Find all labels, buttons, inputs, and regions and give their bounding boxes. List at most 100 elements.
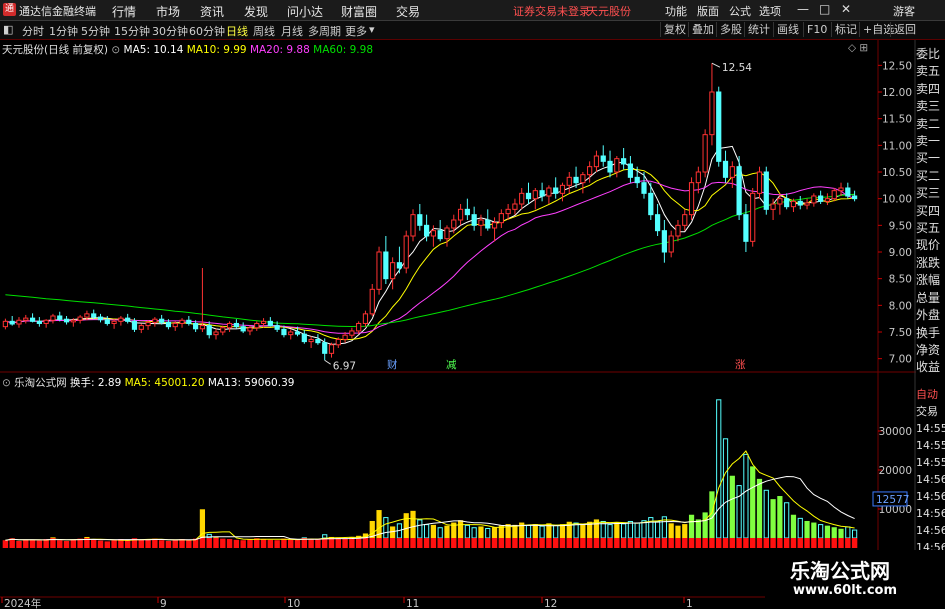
sidebar-item[interactable]: 买三 [916, 185, 945, 202]
volume-bar[interactable] [641, 520, 647, 539]
volume-bar[interactable] [818, 524, 824, 539]
candle-body[interactable] [614, 158, 620, 173]
sidebar-item[interactable]: 卖一 [916, 133, 945, 150]
event-tag[interactable]: 减 [446, 359, 457, 371]
volume-bar[interactable] [423, 524, 430, 539]
candle-body[interactable] [328, 344, 335, 354]
sidebar-item[interactable]: 买二 [916, 168, 945, 185]
volume-bar[interactable] [722, 438, 729, 539]
volume-bar[interactable] [559, 524, 566, 539]
sidebar-item[interactable]: 14:55 [916, 437, 945, 454]
candle-body[interactable] [84, 313, 90, 318]
candle-body[interactable] [152, 318, 158, 323]
legend-settings-icon[interactable]: ⊙ [111, 44, 120, 56]
volume-bar[interactable] [668, 523, 674, 539]
candle-body[interactable] [417, 214, 423, 226]
sidebar-item[interactable]: 涨跌 [916, 255, 945, 272]
sidebar-item[interactable]: 14:56 [916, 488, 945, 505]
sidebar-item[interactable]: 涨幅 [916, 272, 945, 289]
volume-bar[interactable] [743, 453, 749, 539]
candle-body[interactable] [485, 219, 491, 229]
candle-body[interactable] [206, 325, 212, 336]
candle-body[interactable] [254, 322, 260, 329]
candle-body[interactable] [383, 251, 389, 280]
sidebar-item[interactable]: 外盘 [916, 307, 945, 324]
candle-body[interactable] [818, 195, 824, 202]
sidebar-item[interactable]: 14:56 [916, 471, 945, 488]
sidebar-item[interactable]: 14:55 [916, 420, 945, 437]
candle-body[interactable] [159, 318, 165, 323]
candle-body[interactable] [824, 198, 831, 202]
candle-body[interactable] [430, 230, 437, 237]
candle-body[interactable] [301, 333, 307, 343]
candle-body[interactable] [553, 187, 559, 194]
volume-bar[interactable] [688, 514, 695, 539]
candle-body[interactable] [50, 315, 56, 321]
candle-body[interactable] [471, 214, 477, 226]
candle-body[interactable] [512, 203, 518, 210]
sidebar-item[interactable]: 买五 [916, 220, 945, 237]
volume-bar[interactable] [804, 520, 810, 539]
volume-bar[interactable] [716, 399, 722, 539]
volume-bar[interactable] [838, 528, 844, 539]
candle-body[interactable] [104, 319, 110, 324]
candle-body[interactable] [811, 195, 817, 204]
candle-body[interactable] [566, 176, 572, 186]
sidebar-item[interactable]: 净资 [916, 342, 945, 359]
candle-body[interactable] [743, 214, 749, 242]
volume-bar[interactable] [417, 519, 423, 539]
volume-bar[interactable] [539, 525, 545, 539]
volume-bar[interactable] [770, 499, 776, 539]
volume-bar[interactable] [498, 525, 504, 539]
sidebar-item[interactable]: 换手 [916, 325, 945, 342]
candle-body[interactable] [580, 174, 586, 184]
candle-body[interactable] [315, 338, 321, 344]
candle-body[interactable] [70, 319, 76, 323]
volume-bar[interactable] [682, 524, 688, 539]
candle-body[interactable] [736, 166, 742, 216]
sidebar-item[interactable]: 收益 [916, 359, 945, 376]
candle-body[interactable] [281, 328, 287, 336]
candle-body[interactable] [593, 155, 600, 168]
candle-body[interactable] [573, 176, 579, 184]
candle-body[interactable] [784, 198, 790, 208]
candle-body[interactable] [437, 230, 443, 240]
candle-body[interactable] [356, 322, 362, 332]
volume-bar[interactable] [702, 512, 708, 539]
candle-body[interactable] [539, 190, 545, 197]
volume-bar[interactable] [444, 525, 450, 539]
volume-bar[interactable] [648, 517, 654, 539]
candle-body[interactable] [682, 214, 688, 226]
candle-body[interactable] [118, 317, 124, 322]
volume-bar[interactable] [634, 522, 640, 539]
candle-body[interactable] [172, 322, 178, 328]
candle-body[interactable] [369, 288, 375, 315]
volume-bar[interactable] [695, 519, 701, 539]
candle-body[interactable] [457, 208, 464, 221]
candle-body[interactable] [193, 322, 199, 330]
candle-body[interactable] [587, 166, 593, 176]
volume-bar[interactable] [607, 524, 613, 539]
candle-body[interactable] [267, 320, 273, 327]
candle-body[interactable] [770, 203, 776, 210]
candle-body[interactable] [322, 342, 328, 354]
candle-body[interactable] [654, 214, 661, 232]
volume-bar[interactable] [580, 524, 586, 539]
candle-body[interactable] [451, 219, 457, 229]
candle-body[interactable] [831, 190, 837, 200]
sidebar-item[interactable]: 总量 [916, 290, 945, 307]
volume-bar[interactable] [790, 514, 797, 539]
volume-bar[interactable] [621, 523, 627, 539]
volume-bar[interactable] [464, 524, 470, 539]
candle-body[interactable] [390, 262, 396, 280]
candle-body[interactable] [220, 327, 226, 333]
chart-expand-icon[interactable]: ◇ ⊞ [848, 42, 868, 54]
candle-body[interactable] [16, 319, 22, 325]
candle-body[interactable] [342, 334, 348, 340]
volume-bar[interactable] [471, 527, 477, 539]
candle-body[interactable] [199, 325, 206, 330]
volume-bar[interactable] [811, 522, 817, 539]
candle-body[interactable] [464, 208, 470, 216]
candle-body[interactable] [621, 158, 627, 165]
candle-body[interactable] [790, 200, 797, 208]
